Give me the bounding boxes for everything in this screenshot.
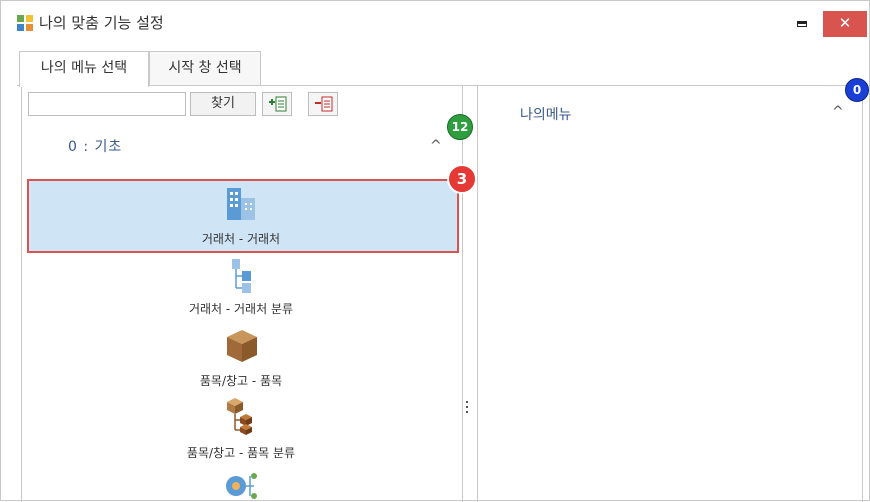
menu-item-client[interactable]: 거래처 - 거래처 (26, 184, 456, 254)
app-icon (17, 15, 33, 31)
remove-menu-icon (315, 96, 333, 112)
building-icon (227, 188, 255, 220)
my-menu-count-badge: 0 (845, 78, 869, 102)
my-menu-title: 나의메뉴 (520, 107, 572, 123)
add-menu-button[interactable] (262, 92, 292, 116)
close-icon: ✕ (838, 14, 852, 32)
maximize-icon (797, 21, 807, 27)
menu-item-label: 거래처 - 거래처 분류 (188, 302, 294, 316)
box-tree-icon (227, 398, 252, 435)
menu-item-client-category[interactable]: 거래처 - 거래처 분류 (26, 258, 456, 322)
title-bar: 나의 맞춤 기능 설정 ✕ (1, 1, 869, 43)
menu-item-product[interactable]: 품목/창고 - 품목 (26, 326, 456, 392)
hierarchy-icon (232, 259, 251, 293)
window-title: 나의 맞춤 기능 설정 (39, 14, 164, 32)
tab-my-menu[interactable]: 나의 메뉴 선택 (19, 51, 149, 87)
remove-menu-button[interactable] (308, 92, 338, 116)
pane-splitter[interactable] (465, 398, 469, 422)
collapse-my-menu-icon[interactable]: ^ (832, 104, 844, 120)
menu-list-pane: 찾기 12 0 : 기초 ^ 3 거래처 - 거래처 거래처 - 거래처 분류 … (21, 86, 477, 502)
tab-start-window[interactable]: 시작 창 선택 (149, 51, 261, 85)
menu-item-product-category[interactable]: 품목/창고 - 품목 분류 (26, 396, 456, 462)
collapse-section-icon[interactable]: ^ (430, 138, 442, 154)
box-icon (227, 330, 257, 362)
menu-count-badge: 12 (447, 114, 473, 140)
close-button[interactable]: ✕ (823, 11, 867, 37)
settings-window: 나의 맞춤 기능 설정 ✕ 나의 메뉴 선택 시작 창 선택 찾기 12 0:… (0, 0, 870, 502)
section-header-basic[interactable]: 0 : 기초 (68, 136, 122, 156)
menu-item-label: 품목/창고 - 품목 분류 (186, 446, 296, 460)
find-button[interactable]: 찾기 (190, 92, 256, 116)
maximize-button[interactable] (787, 11, 817, 35)
menu-item-label: 거래처 - 거래처 (201, 232, 281, 246)
search-input[interactable] (28, 92, 186, 116)
tab-content: 찾기 12 0 : 기초 ^ 3 거래처 - 거래처 거래처 - 거래처 분류 … (17, 78, 869, 502)
menu-item-partial[interactable] (26, 468, 456, 502)
category-icon (226, 473, 257, 499)
add-menu-icon (269, 96, 287, 112)
my-menu-pane: 나의메뉴 ^ (477, 86, 863, 502)
menu-item-label: 품목/창고 - 품목 (199, 374, 283, 388)
